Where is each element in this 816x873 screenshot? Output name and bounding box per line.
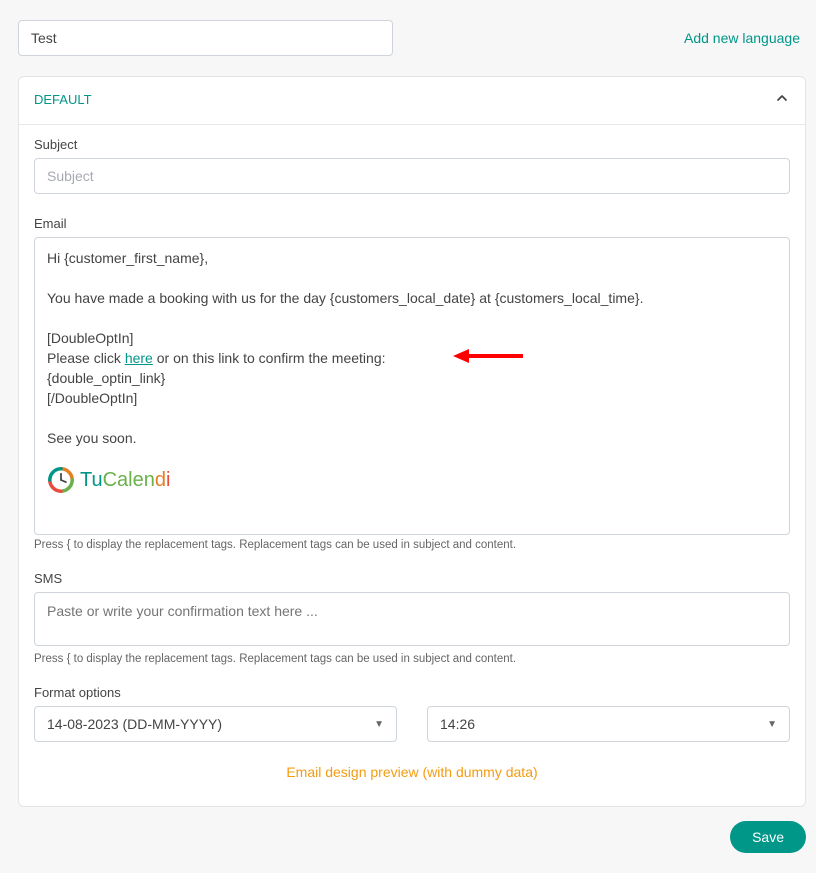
subject-label: Subject [34,137,790,152]
email-editor[interactable]: Hi {customer_first_name}, You have made … [34,237,790,535]
email-optin-tag: {double_optin_link} [47,368,777,388]
caret-down-icon: ▼ [374,719,384,730]
logo-clock-icon [47,466,75,494]
email-block-close: [/DoubleOptIn] [47,388,777,408]
email-please-line: Please click here or on this link to con… [47,348,777,368]
header-row: Add new language [18,20,806,56]
email-hint: Press { to display the replacement tags.… [34,539,790,551]
chevron-up-icon [774,90,790,109]
brand-logo: TuCalendi [47,466,777,494]
caret-down-icon: ▼ [767,719,777,730]
sms-hint: Press { to display the replacement tags.… [34,653,790,665]
save-button[interactable]: Save [730,821,806,853]
template-name-input[interactable] [18,20,393,56]
email-label: Email [34,216,790,231]
panel-title: DEFAULT [34,92,92,107]
email-line-2: You have made a booking with us for the … [47,288,777,308]
panel-body: Subject Email Hi {customer_first_name}, … [19,125,805,806]
default-panel: DEFAULT Subject Email Hi {customer_first… [18,76,806,807]
date-format-select[interactable]: 14-08-2023 (DD-MM-YYYY) ▼ [34,706,397,742]
email-line-1: Hi {customer_first_name}, [47,248,777,268]
email-closing: See you soon. [47,428,777,448]
format-options-label: Format options [34,685,790,700]
time-format-select[interactable]: 14:26 ▼ [427,706,790,742]
confirm-here-link[interactable]: here [125,350,153,366]
subject-input[interactable] [34,158,790,194]
time-format-value: 14:26 [440,716,475,732]
email-preview-link[interactable]: Email design preview (with dummy data) [34,764,790,780]
panel-header[interactable]: DEFAULT [19,77,805,125]
logo-text: TuCalendi [80,470,170,490]
sms-editor[interactable] [34,592,790,646]
add-language-link[interactable]: Add new language [684,30,800,46]
sms-label: SMS [34,571,790,586]
email-block-open: [DoubleOptIn] [47,328,777,348]
date-format-value: 14-08-2023 (DD-MM-YYYY) [47,716,222,732]
